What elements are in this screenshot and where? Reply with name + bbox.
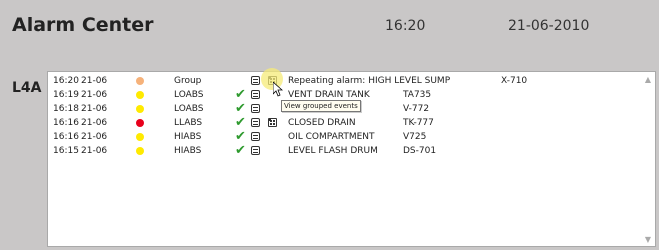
- event-icon[interactable]: [251, 104, 260, 113]
- alarm-group: HIABS: [174, 146, 202, 156]
- event-icon[interactable]: [251, 76, 260, 85]
- alarm-group: Group: [174, 76, 202, 86]
- alarm-group: HIABS: [174, 132, 202, 142]
- checkmark-icon[interactable]: ✔: [235, 88, 246, 101]
- alarm-tag: V725: [403, 132, 427, 142]
- event-icon[interactable]: [251, 132, 260, 141]
- event-icon[interactable]: [251, 118, 260, 127]
- alarm-time: 16:18: [53, 104, 79, 114]
- alarm-date: 21-06: [81, 76, 108, 86]
- alarm-list: 16:20 21-06 Group Repeating alarm: HIGH LEV…: [48, 74, 641, 158]
- app-title: Alarm Center: [12, 14, 154, 36]
- priority-dot: [136, 77, 144, 85]
- checkmark-icon[interactable]: ✔: [235, 102, 246, 115]
- alarm-date: 21-06: [81, 104, 108, 114]
- scroll-up-icon[interactable]: ▲: [643, 75, 653, 85]
- alarm-time: 16:16: [53, 118, 79, 128]
- checkmark-icon[interactable]: ✔: [235, 144, 246, 157]
- alarm-tag: X-710: [501, 76, 528, 86]
- alarm-time: 16:20: [53, 76, 79, 86]
- tooltip-view-grouped-events: View grouped events: [281, 100, 361, 112]
- checkmark-icon[interactable]: ✔: [235, 116, 246, 129]
- priority-dot: [136, 91, 144, 99]
- alarm-tag: TK-777: [403, 118, 434, 128]
- alarm-description: OIL COMPARTMENT: [288, 132, 375, 142]
- priority-dot: [136, 119, 144, 127]
- priority-dot: [136, 133, 144, 141]
- alarm-date: 21-06: [81, 90, 108, 100]
- alarm-date: 21-06: [81, 118, 108, 128]
- alarm-tag: V-772: [403, 104, 430, 114]
- priority-dot: [136, 147, 144, 155]
- alarm-group: LOABS: [174, 104, 204, 114]
- alarm-date: 21-06: [81, 146, 108, 156]
- event-icon[interactable]: [251, 146, 260, 155]
- clock-time: 16:20: [385, 18, 426, 34]
- alarm-description: LEVEL FLASH DRUM: [288, 146, 378, 156]
- scroll-down-icon[interactable]: ▼: [643, 235, 653, 245]
- alarm-row[interactable]: 16:20 21-06 Group Repeating alarm: HIGH LEV…: [48, 74, 641, 88]
- alarm-row[interactable]: 16:16 21-06 LLABS ✔ CLOSED DRAIN TK-777: [48, 116, 641, 130]
- mouse-cursor-icon: [273, 82, 283, 97]
- grouped-events-icon[interactable]: [268, 118, 277, 127]
- alarm-list-panel: 16:20 21-06 Group Repeating alarm: HIGH LEV…: [47, 68, 656, 247]
- alarm-date: 21-06: [81, 132, 108, 142]
- area-label: L4A: [12, 80, 42, 96]
- alarm-description: CLOSED DRAIN: [288, 118, 356, 128]
- alarm-tag: TA735: [403, 90, 432, 100]
- alarm-time: 16:15: [53, 146, 79, 156]
- alarm-group: LLABS: [174, 118, 203, 128]
- alarm-group: LOABS: [174, 90, 204, 100]
- alarm-description: Repeating alarm: HIGH LEVEL SUMP: [288, 76, 451, 86]
- alarm-row[interactable]: 16:16 21-06 HIABS ✔ OIL COMPARTMENT V725: [48, 130, 641, 144]
- alarm-row[interactable]: 16:15 21-06 HIABS ✔ LEVEL FLASH DRUM DS-701: [48, 144, 641, 158]
- alarm-time: 16:16: [53, 132, 79, 142]
- clock-date: 21-06-2010: [508, 18, 590, 34]
- alarm-tag: DS-701: [403, 146, 437, 156]
- priority-dot: [136, 105, 144, 113]
- event-icon[interactable]: [251, 90, 260, 99]
- alarm-time: 16:19: [53, 90, 79, 100]
- checkmark-icon[interactable]: ✔: [235, 130, 246, 143]
